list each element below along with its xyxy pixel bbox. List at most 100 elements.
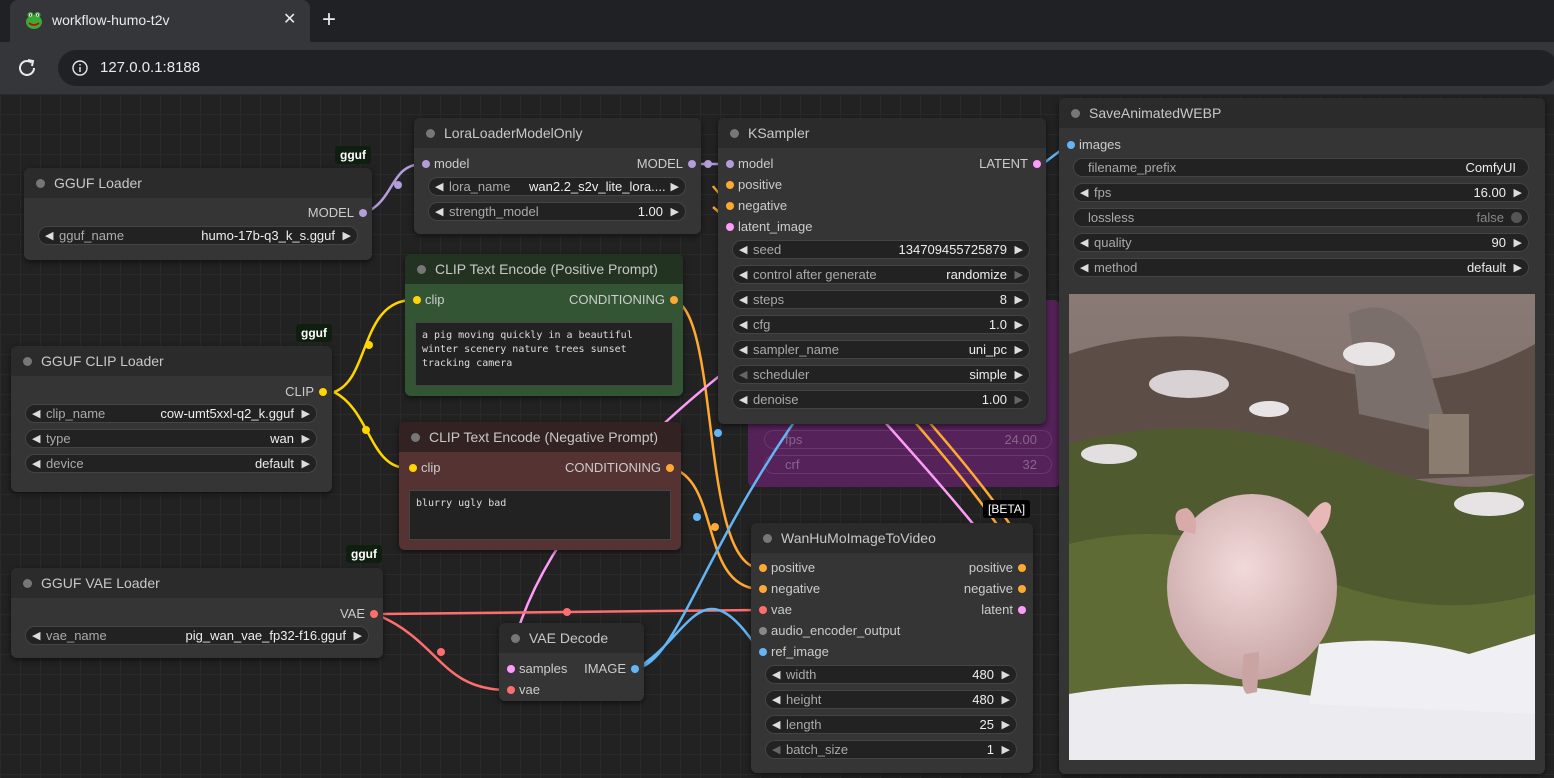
arrow-left-icon[interactable]: ◀ bbox=[32, 457, 40, 470]
arrow-left-icon[interactable]: ◀ bbox=[45, 229, 53, 242]
vae-name-combo[interactable]: ◀ vae_name pig_wan_vae_fp32-f16.gguf ▶ bbox=[25, 626, 369, 645]
gguf-vae-loader-node[interactable]: GGUF VAE Loader VAE ◀ vae_name pig_wan_v… bbox=[11, 568, 383, 658]
collapse-dot-icon[interactable] bbox=[511, 634, 520, 643]
arrow-left-icon[interactable]: ◀ bbox=[739, 293, 747, 306]
slot-dot-icon[interactable] bbox=[670, 296, 678, 304]
slot-dot-icon[interactable] bbox=[726, 223, 734, 231]
slot-dot-icon[interactable] bbox=[359, 209, 367, 217]
conditioning-output-slot[interactable]: CONDITIONING bbox=[565, 460, 674, 476]
vae-input-slot[interactable]: vae bbox=[507, 682, 540, 698]
arrow-right-icon[interactable]: ▶ bbox=[302, 407, 310, 420]
arrow-right-icon[interactable]: ▶ bbox=[1002, 693, 1010, 706]
arrow-right-icon[interactable]: ▶ bbox=[1002, 718, 1010, 731]
type-combo[interactable]: ◀ type wan ▶ bbox=[25, 429, 317, 448]
arrow-left-icon[interactable]: ◀ bbox=[772, 693, 780, 706]
gguf-loader-node[interactable]: GGUF Loader MODEL ◀ gguf_name humo-17b-q… bbox=[24, 168, 372, 260]
height-widget[interactable]: ◀ height 480 ▶ bbox=[765, 690, 1017, 709]
arrow-right-icon[interactable]: ▶ bbox=[1514, 186, 1522, 199]
toggle-icon[interactable] bbox=[1511, 212, 1522, 223]
node-header[interactable]: GGUF Loader bbox=[24, 168, 372, 198]
lossless-toggle[interactable]: lossless false bbox=[1073, 208, 1529, 227]
model-input-slot[interactable]: model bbox=[422, 156, 469, 172]
arrow-left-icon[interactable]: ◀ bbox=[32, 407, 40, 420]
arrow-left-icon[interactable]: ◀ bbox=[1080, 186, 1088, 199]
arrow-right-icon[interactable]: ▶ bbox=[1514, 236, 1522, 249]
arrow-right-icon[interactable]: ▶ bbox=[1015, 368, 1023, 381]
slot-dot-icon[interactable] bbox=[422, 160, 430, 168]
collapse-dot-icon[interactable] bbox=[730, 129, 739, 138]
slot-dot-icon[interactable] bbox=[759, 564, 767, 572]
output-preview-image[interactable] bbox=[1069, 294, 1535, 760]
latent-output-slot[interactable]: LATENT bbox=[979, 156, 1041, 172]
clip-negative-node[interactable]: CLIP Text Encode (Negative Prompt) clip … bbox=[399, 422, 681, 550]
collapse-dot-icon[interactable] bbox=[1071, 109, 1080, 118]
quality-widget[interactable]: ◀ quality 90 ▶ bbox=[1073, 233, 1529, 252]
node-header[interactable]: CLIP Text Encode (Positive Prompt) bbox=[405, 254, 683, 284]
arrow-left-icon[interactable]: ◀ bbox=[739, 268, 747, 281]
arrow-left-icon[interactable]: ◀ bbox=[435, 180, 443, 193]
node-header[interactable]: WanHuMoImageToVideo bbox=[751, 523, 1033, 553]
arrow-right-icon[interactable]: ▶ bbox=[302, 457, 310, 470]
slot-dot-icon[interactable] bbox=[413, 296, 421, 304]
arrow-left-icon[interactable]: ◀ bbox=[739, 368, 747, 381]
arrow-left-icon[interactable]: ◀ bbox=[739, 393, 747, 406]
slot-dot-icon[interactable] bbox=[507, 686, 515, 694]
arrow-right-icon[interactable]: ▶ bbox=[671, 180, 679, 193]
gguf-clip-loader-node[interactable]: GGUF CLIP Loader CLIP ◀ clip_name cow-um… bbox=[11, 346, 332, 492]
model-input-slot[interactable]: model bbox=[726, 156, 773, 172]
cfg-widget[interactable]: ◀ cfg 1.0 ▶ bbox=[732, 315, 1030, 334]
node-header[interactable]: CLIP Text Encode (Negative Prompt) bbox=[399, 422, 681, 452]
audio-encoder-output-input-slot[interactable]: audio_encoder_output bbox=[759, 623, 900, 639]
arrow-left-icon[interactable]: ◀ bbox=[32, 629, 40, 642]
slot-dot-icon[interactable] bbox=[726, 160, 734, 168]
latent-image-input-slot[interactable]: latent_image bbox=[726, 219, 812, 235]
arrow-left-icon[interactable]: ◀ bbox=[1080, 236, 1088, 249]
arrow-right-icon[interactable]: ▶ bbox=[302, 432, 310, 445]
collapse-dot-icon[interactable] bbox=[417, 265, 426, 274]
clip-name-combo[interactable]: ◀ clip_name cow-umt5xxl-q2_k.gguf ▶ bbox=[25, 404, 317, 423]
arrow-left-icon[interactable]: ◀ bbox=[1080, 261, 1088, 274]
slot-dot-icon[interactable] bbox=[631, 665, 639, 673]
slot-dot-icon[interactable] bbox=[1018, 606, 1026, 614]
node-header[interactable]: GGUF CLIP Loader bbox=[11, 346, 332, 376]
vae-decode-node[interactable]: VAE Decode samples vae IMAGE bbox=[499, 623, 644, 701]
method-combo[interactable]: ◀ method default ▶ bbox=[1073, 258, 1529, 277]
arrow-right-icon[interactable]: ▶ bbox=[1015, 393, 1023, 406]
arrow-left-icon[interactable]: ◀ bbox=[739, 243, 747, 256]
slot-dot-icon[interactable] bbox=[319, 388, 327, 396]
arrow-right-icon[interactable]: ▶ bbox=[1002, 668, 1010, 681]
arrow-left-icon[interactable]: ◀ bbox=[32, 432, 40, 445]
positive-prompt-textarea[interactable]: a pig moving quickly in a beautiful wint… bbox=[415, 322, 673, 386]
width-widget[interactable]: ◀ width 480 ▶ bbox=[765, 665, 1017, 684]
collapse-dot-icon[interactable] bbox=[411, 433, 420, 442]
samples-input-slot[interactable]: samples bbox=[507, 661, 567, 677]
model-output-slot[interactable]: MODEL bbox=[637, 156, 696, 172]
node-header[interactable]: VAE Decode bbox=[499, 623, 644, 653]
arrow-left-icon[interactable]: ◀ bbox=[772, 668, 780, 681]
image-output-slot[interactable]: IMAGE bbox=[584, 661, 639, 677]
arrow-left-icon[interactable]: ◀ bbox=[435, 205, 443, 218]
slot-dot-icon[interactable] bbox=[759, 627, 767, 635]
images-input-slot[interactable]: images bbox=[1067, 137, 1121, 153]
length-widget[interactable]: ◀ length 25 ▶ bbox=[765, 715, 1017, 734]
slot-dot-icon[interactable] bbox=[507, 665, 515, 673]
slot-dot-icon[interactable] bbox=[1018, 564, 1026, 572]
arrow-left-icon[interactable]: ◀ bbox=[739, 318, 747, 331]
arrow-left-icon[interactable]: ◀ bbox=[772, 718, 780, 731]
vae-input-slot[interactable]: vae bbox=[759, 602, 792, 618]
slot-dot-icon[interactable] bbox=[688, 160, 696, 168]
node-header[interactable]: KSampler bbox=[718, 118, 1046, 148]
clip-input-slot[interactable]: clip bbox=[409, 460, 441, 476]
arrow-left-icon[interactable]: ◀ bbox=[772, 743, 780, 756]
scheduler-widget[interactable]: ◀ scheduler simple ▶ bbox=[732, 365, 1030, 384]
collapse-dot-icon[interactable] bbox=[763, 534, 772, 543]
collapse-dot-icon[interactable] bbox=[23, 579, 32, 588]
arrow-right-icon[interactable]: ▶ bbox=[343, 229, 351, 242]
slot-dot-icon[interactable] bbox=[1018, 585, 1026, 593]
lora-loader-node[interactable]: LoraLoaderModelOnly model MODEL ◀ lora_n… bbox=[414, 118, 701, 234]
slot-dot-icon[interactable] bbox=[370, 610, 378, 618]
denoise-widget[interactable]: ◀ denoise 1.00 ▶ bbox=[732, 390, 1030, 409]
device-combo[interactable]: ◀ device default ▶ bbox=[25, 454, 317, 473]
slot-dot-icon[interactable] bbox=[759, 585, 767, 593]
strength-model-slider[interactable]: ◀ strength_model 1.00 ▶ bbox=[428, 202, 686, 221]
